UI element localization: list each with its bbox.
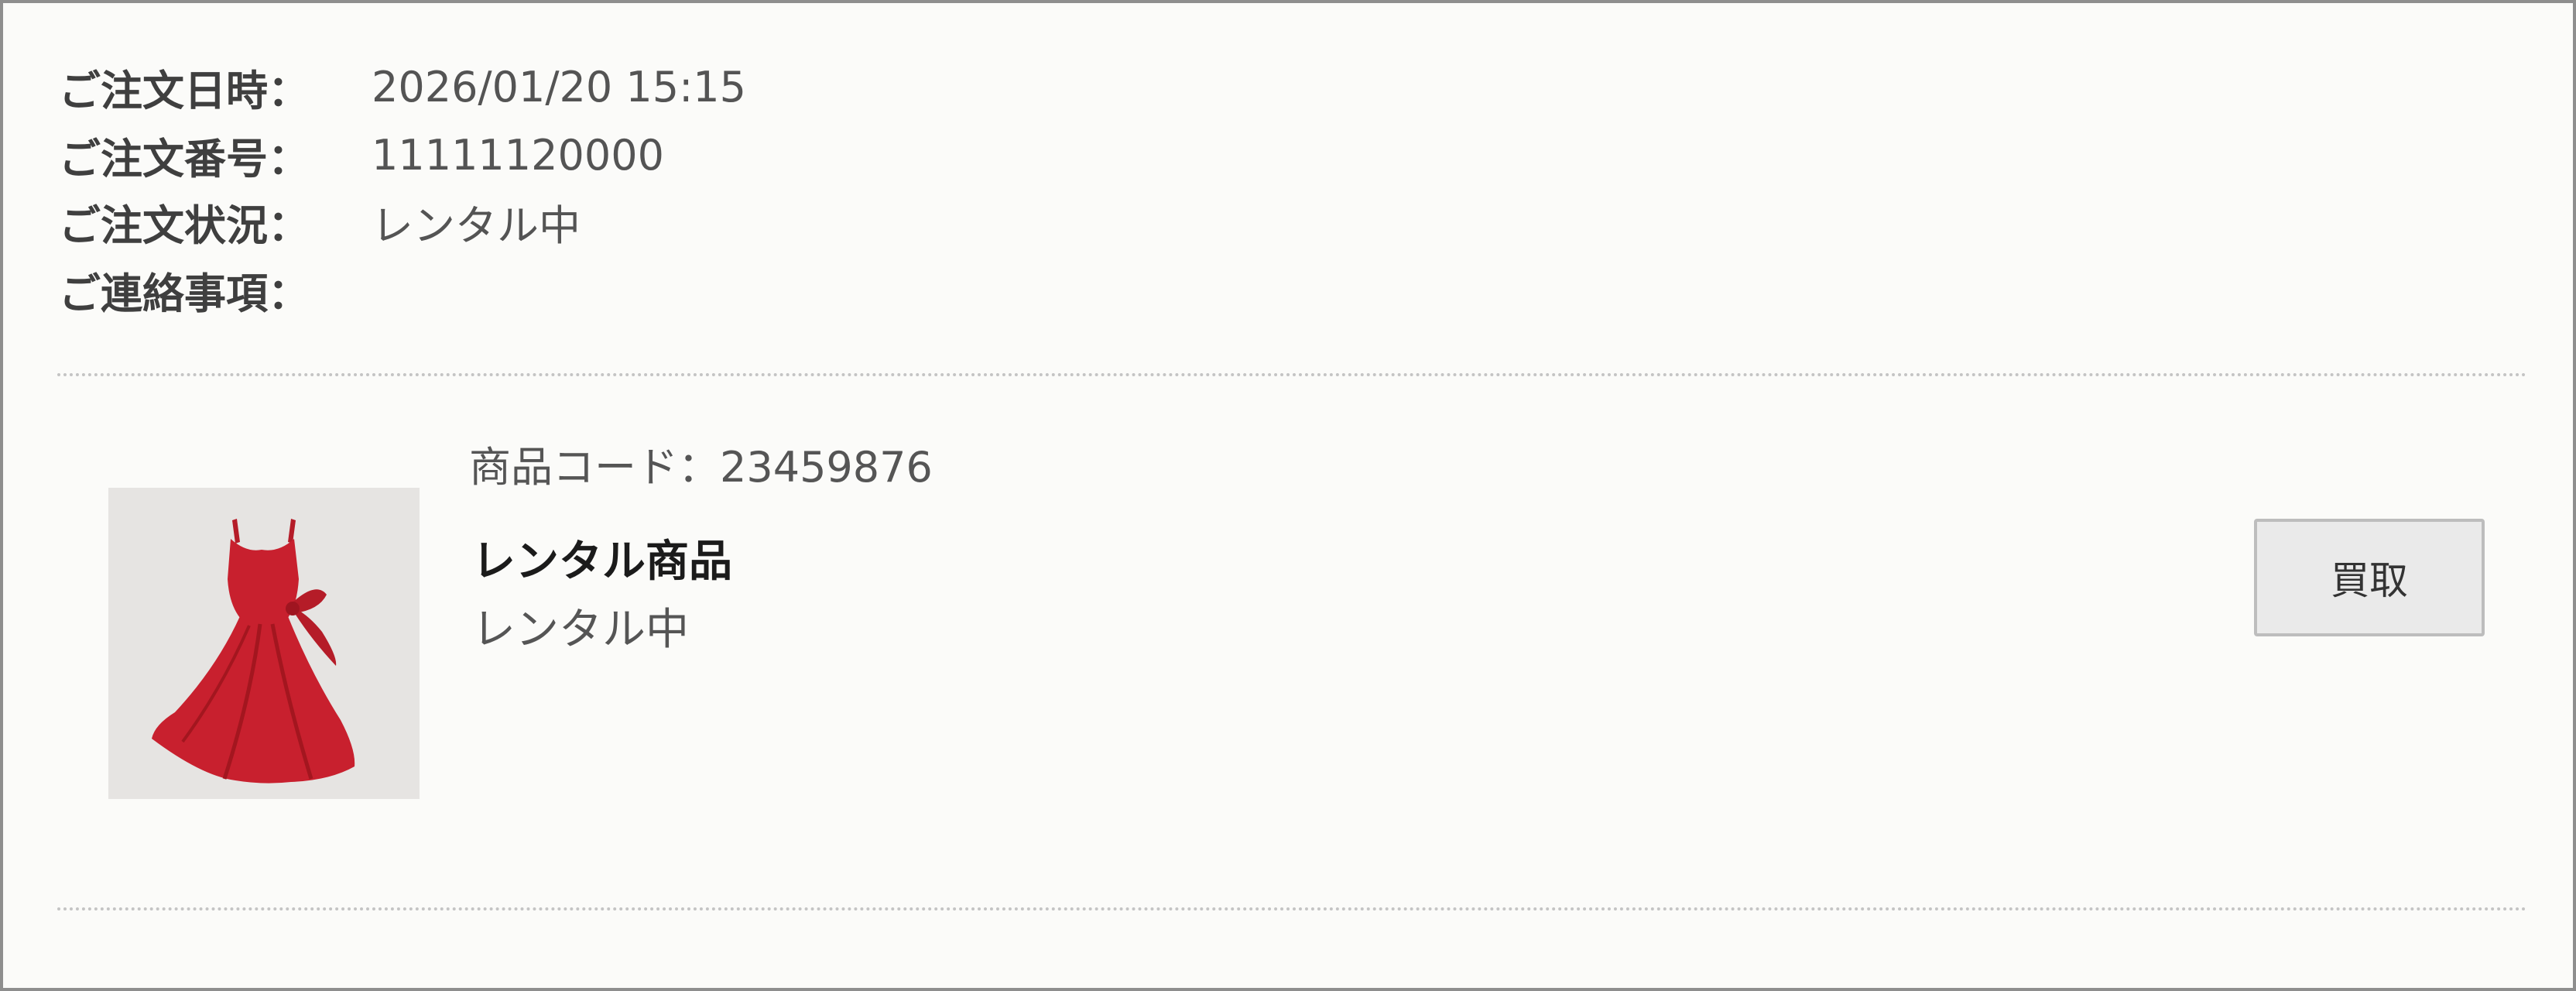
- order-notes-row: ご連絡事項：: [59, 259, 372, 321]
- order-date-row: ご注文日時： 2026/01/20 15:15: [59, 56, 746, 118]
- buyout-button[interactable]: 買取: [2254, 519, 2485, 636]
- section-divider-top: [57, 373, 2528, 376]
- order-status-label: ご注文状況：: [59, 201, 310, 250]
- section-divider-bottom: [57, 907, 2528, 910]
- red-dress-image: [108, 488, 420, 799]
- order-number-label: ご注文番号：: [59, 134, 310, 183]
- order-number-value: 11111120000: [372, 130, 664, 180]
- order-status-value: レンタル中: [372, 201, 581, 250]
- order-date-label: ご注文日時：: [59, 66, 310, 115]
- order-notes-label: ご連絡事項：: [59, 269, 310, 318]
- order-date-value: 2026/01/20 15:15: [372, 62, 747, 111]
- product-thumbnail[interactable]: [108, 488, 420, 799]
- order-number-row: ご注文番号： 11111120000: [59, 124, 664, 186]
- product-rental-status: レンタル中: [472, 604, 689, 655]
- order-detail-panel: ご注文日時： 2026/01/20 15:15 ご注文番号： 111111200…: [0, 0, 2576, 991]
- product-name[interactable]: レンタル商品: [472, 526, 732, 588]
- product-code: 商品コード：23459876: [469, 442, 933, 492]
- order-status-row: ご注文状況： レンタル中: [59, 190, 581, 252]
